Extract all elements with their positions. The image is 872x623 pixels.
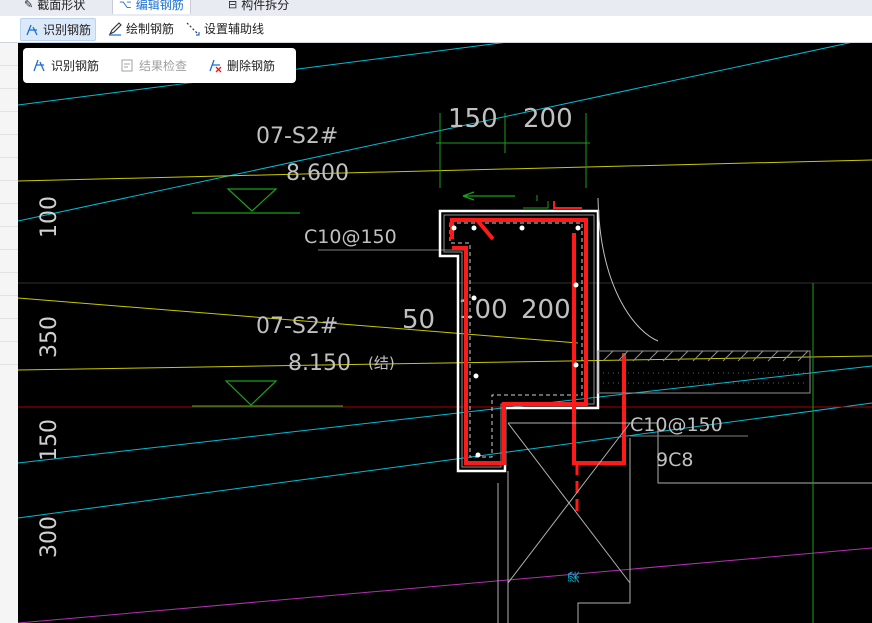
identify-rebar-icon (33, 59, 45, 72)
tab-label: 构件拆分 (241, 0, 290, 12)
panel-check-button[interactable]: 结果检查 (120, 56, 187, 75)
tab-edit-rebar[interactable]: ⌥ 编辑钢筋 (112, 0, 191, 14)
draw-rebar-button[interactable]: 绘制钢筋 (104, 18, 178, 39)
toolbar: 识别钢筋 绘制钢筋 设置辅助线 (0, 16, 872, 43)
tab-label: 截面形状 (37, 0, 86, 12)
draw-rebar-label: 绘制钢筋 (126, 22, 175, 36)
aux-line (18, 547, 872, 623)
tab-label: 编辑钢筋 (135, 0, 184, 12)
level2-value: 8.150 (288, 351, 351, 376)
panel-identify-label: 识别钢筋 (51, 59, 100, 73)
tab-component-split[interactable]: ⊟ 构件拆分 (228, 0, 289, 14)
stirrup-dashed (449, 222, 583, 458)
split-icon: ⊟ (228, 0, 238, 11)
rebar-icon: ⌥ (119, 0, 132, 11)
arc-line (597, 197, 659, 342)
rebar-tool-panel: 识别钢筋 结果检查 删除钢筋 (23, 48, 296, 83)
dim-mid-200: 200 (521, 295, 571, 325)
aux-line (18, 402, 872, 519)
beam-tag: 梁 (566, 571, 581, 583)
panel-delete-label: 删除钢筋 (227, 59, 276, 73)
panel-identify-button[interactable]: 识别钢筋 (32, 56, 99, 75)
left-strip (0, 43, 19, 623)
identify-rebar-button[interactable]: 识别钢筋 (20, 18, 97, 41)
small-mark (523, 195, 549, 209)
dim-mid-50: 50 (402, 305, 435, 335)
rebar-stirrup (450, 218, 588, 465)
dim-left-100: 100 (37, 196, 62, 238)
identify-rebar-icon (26, 24, 38, 35)
rebar-dot (473, 373, 479, 379)
delete-rebar-icon (209, 59, 222, 73)
panel-delete-button[interactable]: 删除钢筋 (208, 56, 275, 75)
rebar-bottom-label: 9C8 (656, 449, 693, 471)
set-aux-line-label: 设置辅助线 (204, 22, 265, 36)
slab-fill (603, 372, 808, 384)
tab-section-shape[interactable]: ✎ 截面形状 (24, 0, 85, 14)
level1-value: 8.600 (286, 161, 349, 186)
rebar-dot (471, 225, 477, 231)
aux-line-icon (186, 22, 200, 36)
level-triangle (224, 380, 278, 406)
identify-rebar-label: 识别钢筋 (43, 23, 92, 37)
edit-icon: ✎ (24, 0, 34, 11)
level2-name: 07-S2# (256, 314, 338, 339)
rebar-dot (471, 295, 477, 301)
aux-line (18, 355, 872, 371)
rebar-top (553, 201, 582, 209)
dim-top-150: 150 (448, 104, 498, 134)
aux-line (18, 159, 872, 182)
dim-left-150: 150 (37, 419, 62, 461)
dim-left-350: 350 (37, 316, 62, 358)
dim-left-300: 300 (37, 516, 62, 558)
level-triangle (226, 188, 278, 212)
cad-drawing: 100 350 150 300 07-S2# 8.600 07-S2# 8.15… (18, 43, 872, 623)
beam-outline (497, 438, 631, 623)
cad-canvas[interactable]: 100 350 150 300 07-S2# 8.600 07-S2# 8.15… (18, 43, 872, 623)
rebar-label: C10@150 (304, 226, 397, 248)
arrow-mark (462, 191, 515, 201)
rebar-dot (573, 282, 579, 288)
rebar-dot (475, 452, 481, 458)
set-aux-line-button[interactable]: 设置辅助线 (182, 18, 268, 39)
tab-strip: ✎ 截面形状 ⌥ 编辑钢筋 ⊟ 构件拆分 (0, 0, 872, 17)
panel-check-label: 结果检查 (139, 59, 188, 73)
rebar-right-label: C10@150 (630, 414, 723, 436)
rebar-dot (519, 225, 525, 231)
pencil-icon (108, 21, 122, 36)
aux-line (18, 365, 872, 464)
check-icon (121, 59, 133, 72)
dim-top-200: 200 (523, 104, 573, 134)
rebar-dot (575, 225, 581, 231)
rebar-dot (573, 362, 579, 368)
rebar-dot (451, 225, 457, 231)
level2-note: (结) (368, 354, 395, 372)
level1-name: 07-S2# (256, 124, 338, 149)
